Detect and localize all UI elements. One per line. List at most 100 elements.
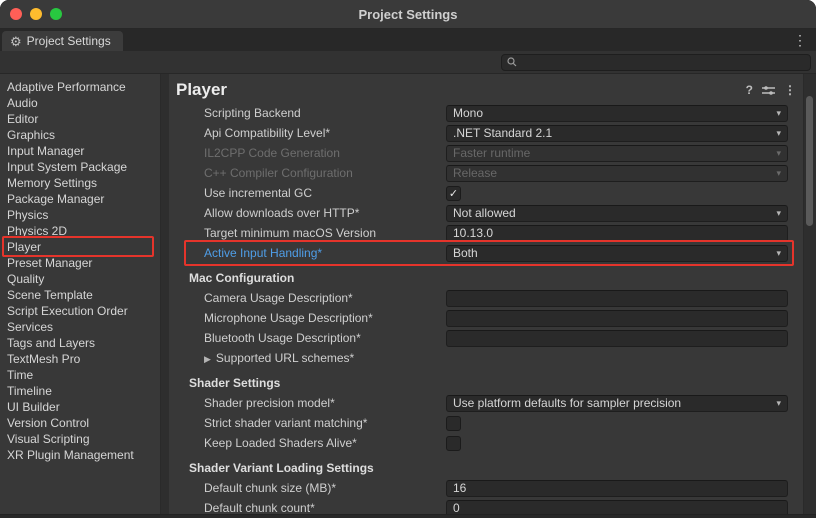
dropdown-il2cpp-code-generation[interactable]: Faster runtime▾ <box>446 145 788 162</box>
sidebar-item-input-manager[interactable]: Input Manager <box>0 143 160 159</box>
chevron-down-icon: ▾ <box>770 248 781 259</box>
row-label: Default chunk count* <box>204 501 446 514</box>
sidebar-item-xr-plugin-management[interactable]: XR Plugin Management <box>0 447 160 463</box>
sidebar-item-version-control[interactable]: Version Control <box>0 415 160 431</box>
dropdown-c-compiler-configuration[interactable]: Release▾ <box>446 165 788 182</box>
chevron-down-icon: ▾ <box>770 128 781 139</box>
row-control: .NET Standard 2.1 ▾ <box>446 125 788 142</box>
dropdown-shader-precision-model[interactable]: Use platform defaults for sampler precis… <box>446 395 788 412</box>
sidebar-item-script-execution-order[interactable]: Script Execution Order <box>0 303 160 319</box>
row-label: Keep Loaded Shaders Alive* <box>204 436 446 450</box>
settings-row-bluetooth-usage-description: Bluetooth Usage Description* <box>169 328 804 348</box>
sidebar-item-label: Editor <box>7 112 38 126</box>
row-label: Allow downloads over HTTP* <box>204 206 446 220</box>
sidebar-item-preset-manager[interactable]: Preset Manager <box>0 255 160 271</box>
sidebar-item-time[interactable]: Time <box>0 367 160 383</box>
row-label: Shader precision model* <box>204 396 446 410</box>
sidebar-item-textmesh-pro[interactable]: TextMesh Pro <box>0 351 160 367</box>
help-icon[interactable]: ? <box>746 84 753 96</box>
sidebar-item-label: Input Manager <box>7 144 84 158</box>
dropdown-value: Use platform defaults for sampler precis… <box>453 396 681 410</box>
sidebar-item-physics[interactable]: Physics <box>0 207 160 223</box>
sidebar-item-audio[interactable]: Audio <box>0 95 160 111</box>
sidebar-item-scene-template[interactable]: Scene Template <box>0 287 160 303</box>
row-label: Use incremental GC <box>204 186 446 200</box>
dropdown-active-input-handling[interactable]: Both▾ <box>446 245 788 262</box>
dropdown-scripting-backend[interactable]: Mono▾ <box>446 105 788 122</box>
sidebar-item-timeline[interactable]: Timeline <box>0 383 160 399</box>
sidebar-item-quality[interactable]: Quality <box>0 271 160 287</box>
sidebar-item-services[interactable]: Services <box>0 319 160 335</box>
search-input[interactable] <box>521 55 805 69</box>
dropdown-value: Not allowed <box>453 206 516 220</box>
textfield-bluetooth-usage-description[interactable] <box>446 330 788 347</box>
sidebar-item-label: Visual Scripting <box>7 432 90 446</box>
row-label: Camera Usage Description* <box>204 291 446 305</box>
settings-rows: Scripting BackendMono▾Api Compatibility … <box>169 103 804 514</box>
zoom-button[interactable] <box>50 8 62 20</box>
textfield-camera-usage-description[interactable] <box>446 290 788 307</box>
row-label: Active Input Handling* <box>204 246 446 260</box>
settings-row-default-chunk-count: Default chunk count* <box>169 498 804 514</box>
foldout-arrow-icon[interactable]: ▶ <box>204 354 211 364</box>
main-scrollbar[interactable] <box>803 74 816 514</box>
settings-row-target-minimum-macos-version: Target minimum macOS Version <box>169 223 804 243</box>
settings-row-keep-loaded-shaders-alive: Keep Loaded Shaders Alive* <box>169 433 804 453</box>
row-label: Scripting Backend <box>204 106 446 120</box>
section-header: Mac Configuration <box>169 268 804 288</box>
row-control: Use platform defaults for sampler precis… <box>446 395 788 412</box>
settings-row-supported-url-schemes: ▶Supported URL schemes* <box>169 348 804 368</box>
sidebar-item-visual-scripting[interactable]: Visual Scripting <box>0 431 160 447</box>
row-label: Microphone Usage Description* <box>204 311 446 325</box>
sidebar-item-graphics[interactable]: Graphics <box>0 127 160 143</box>
sidebar-scrollbar[interactable] <box>160 74 169 514</box>
search-field[interactable] <box>501 54 811 71</box>
textfield-target-minimum-macos-version[interactable] <box>446 225 788 242</box>
sidebar-item-physics-2d[interactable]: Physics 2D <box>0 223 160 239</box>
sidebar-item-label: Scene Template <box>7 288 93 302</box>
sidebar-item-editor[interactable]: Editor <box>0 111 160 127</box>
sidebar-list: Adaptive PerformanceAudioEditorGraphicsI… <box>0 79 160 463</box>
presets-icon[interactable] <box>762 85 775 96</box>
check-icon: ✓ <box>449 187 458 200</box>
section-header: Shader Settings <box>169 373 804 393</box>
textfield-default-chunk-count[interactable] <box>446 500 788 515</box>
sidebar-item-memory-settings[interactable]: Memory Settings <box>0 175 160 191</box>
chevron-down-icon: ▾ <box>770 398 781 409</box>
row-control <box>446 436 788 451</box>
kebab-icon[interactable]: ⋮ <box>784 84 796 96</box>
dropdown-value: .NET Standard 2.1 <box>453 126 552 140</box>
textfield-microphone-usage-description[interactable] <box>446 310 788 327</box>
tab-bar-kebab-icon[interactable]: ⋮ <box>784 32 816 49</box>
sidebar-item-player[interactable]: Player <box>0 239 160 255</box>
sidebar-item-package-manager[interactable]: Package Manager <box>0 191 160 207</box>
row-label: IL2CPP Code Generation <box>204 146 446 160</box>
sidebar-item-input-system-package[interactable]: Input System Package <box>0 159 160 175</box>
sidebar-item-adaptive-performance[interactable]: Adaptive Performance <box>0 79 160 95</box>
sidebar-item-label: Version Control <box>7 416 89 430</box>
tab-label: Project Settings <box>27 34 111 48</box>
checkbox-keep-loaded-shaders-alive[interactable] <box>446 436 461 451</box>
minimize-button[interactable] <box>30 8 42 20</box>
window-title: Project Settings <box>359 7 458 22</box>
row-control: Faster runtime▾ <box>446 145 788 162</box>
tab-project-settings[interactable]: ⚙ Project Settings <box>2 31 123 51</box>
row-control <box>446 500 788 515</box>
dropdown-allow-downloads-over-http[interactable]: Not allowed▾ <box>446 205 788 222</box>
sidebar-item-tags-and-layers[interactable]: Tags and Layers <box>0 335 160 351</box>
row-control <box>446 290 788 307</box>
sidebar-item-label: TextMesh Pro <box>7 352 80 366</box>
sidebar-item-ui-builder[interactable]: UI Builder <box>0 399 160 415</box>
traffic-lights <box>10 8 62 20</box>
checkbox-strict-shader-variant-matching[interactable] <box>446 416 461 431</box>
scrollbar-thumb[interactable] <box>806 96 813 226</box>
page-title: Player <box>176 80 227 100</box>
sidebar-item-label: Quality <box>7 272 44 286</box>
close-button[interactable] <box>10 8 22 20</box>
search-icon <box>507 57 517 67</box>
dropdown-api-compatibility-level[interactable]: .NET Standard 2.1 ▾ <box>446 125 788 142</box>
textfield-default-chunk-size-mb[interactable] <box>446 480 788 497</box>
checkbox-use-incremental-gc[interactable]: ✓ <box>446 186 461 201</box>
sidebar-item-label: Timeline <box>7 384 52 398</box>
settings-row-shader-precision-model: Shader precision model* Use platform defa… <box>169 393 804 413</box>
